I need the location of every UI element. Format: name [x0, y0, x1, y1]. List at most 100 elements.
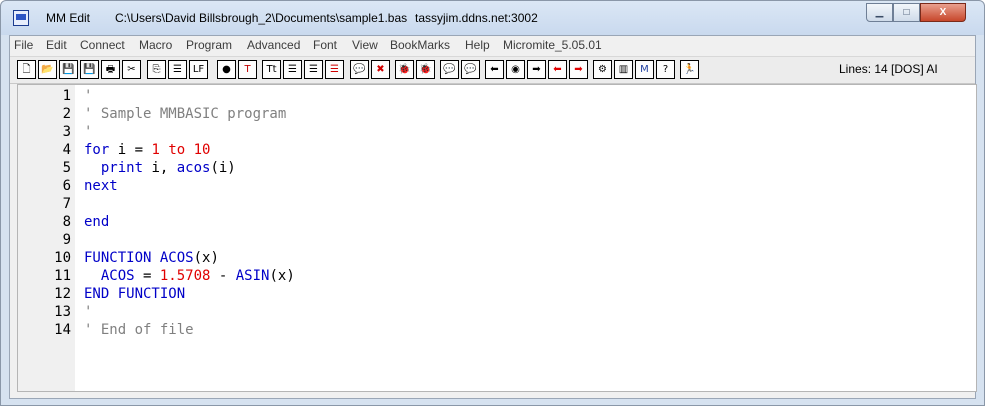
help-icon[interactable]: ?	[656, 60, 675, 79]
code-text[interactable]: for i = 1 to 10	[84, 141, 210, 159]
run-man-icon[interactable]: 🏃	[680, 60, 699, 79]
app-icon[interactable]	[13, 10, 29, 26]
save-all-icon[interactable]: 💾	[80, 60, 99, 79]
code-token: print	[100, 160, 144, 176]
bullet-icon[interactable]: ●	[217, 60, 236, 79]
code-token: 10	[193, 142, 211, 158]
code-text[interactable]: END FUNCTION	[84, 285, 185, 303]
menu-edit[interactable]: Edit	[46, 38, 67, 52]
code-text[interactable]: '	[84, 123, 92, 141]
menu-view[interactable]: View	[352, 38, 378, 52]
align-left-icon[interactable]: ☰	[283, 60, 302, 79]
open-folder-icon[interactable]: 📂	[38, 60, 57, 79]
code-token: END FUNCTION	[84, 286, 186, 302]
code-text[interactable]: ' Sample MMBASIC program	[84, 105, 286, 123]
maximize-button[interactable]: □	[893, 3, 920, 22]
record-icon[interactable]: ◉	[506, 60, 525, 79]
code-line[interactable]: 2 ' Sample MMBASIC program	[18, 105, 974, 123]
line-number: 2	[62, 106, 71, 122]
cut-icon[interactable]: ✂	[122, 60, 141, 79]
menu-font[interactable]: Font	[313, 38, 337, 52]
menu-connect[interactable]: Connect	[80, 38, 125, 52]
add-breakpoint-icon[interactable]: 💬	[440, 60, 459, 79]
code-line[interactable]: 6 next	[18, 177, 974, 195]
menu-macro[interactable]: Macro	[139, 38, 172, 52]
code-token: i =	[109, 142, 152, 158]
code-line[interactable]: 1 '	[18, 87, 974, 105]
delete-icon[interactable]: ✖	[371, 60, 390, 79]
code-line[interactable]: 7	[18, 195, 974, 213]
copy-icon[interactable]: ⎘	[147, 60, 166, 79]
menu-file[interactable]: File	[14, 38, 33, 52]
menu-micromite-5-05-01[interactable]: Micromite_5.05.01	[503, 38, 602, 52]
align-right-icon[interactable]: ☰	[304, 60, 323, 79]
code-text[interactable]: next	[84, 177, 118, 195]
menu-bookmarks[interactable]: BookMarks	[390, 38, 450, 52]
menu-bar: File Edit Connect Macro Program Advanced Font V…	[10, 36, 975, 54]
bug-icon[interactable]: 🐞	[395, 60, 414, 79]
code-line[interactable]: 8 end	[18, 213, 974, 231]
line-number: 6	[62, 178, 71, 194]
text-case-icon[interactable]: Tt	[262, 60, 281, 79]
arrow-left-icon[interactable]: ⬅	[485, 60, 504, 79]
menu-program[interactable]: Program	[186, 38, 232, 52]
code-token: (x)	[193, 250, 219, 266]
code-line[interactable]: 10 FUNCTION ACOS(x)	[18, 249, 974, 267]
code-line[interactable]: 14 ' End of file	[18, 321, 974, 339]
line-number: 4	[62, 142, 71, 158]
code-text[interactable]: ' End of file	[84, 321, 194, 339]
line-feed-icon[interactable]: LF	[189, 60, 208, 79]
bug-stop-icon[interactable]: 🐞	[416, 60, 435, 79]
code-editor[interactable]: 1 ' 2 ' Sample MMBASIC program 3 ' 4 for i = 1 …	[17, 84, 977, 392]
code-text[interactable]: print i, acos(i)	[84, 159, 236, 177]
arrow-right-icon[interactable]: ➡	[527, 60, 546, 79]
close-button[interactable]: X	[920, 3, 966, 22]
code-text[interactable]: '	[84, 87, 92, 105]
remove-breakpoint-icon[interactable]: 💬	[461, 60, 480, 79]
code-token: 1	[151, 142, 160, 158]
code-line[interactable]: 9	[18, 231, 974, 249]
code-line[interactable]: 4 for i = 1 to 10	[18, 141, 974, 159]
save-icon[interactable]: 💾	[59, 60, 78, 79]
line-number: 10	[54, 250, 71, 266]
line-number: 14	[54, 322, 71, 338]
code-token: '	[84, 88, 93, 104]
menu-advanced[interactable]: Advanced	[247, 38, 300, 52]
status-lines-info: Lines: 14 [DOS] AI	[839, 62, 938, 76]
code-token: -	[210, 268, 236, 284]
code-line[interactable]: 5 print i, acos(i)	[18, 159, 974, 177]
title-bar[interactable]: MM Edit C:\Users\David Billsbrough_2\Doc…	[1, 1, 984, 35]
code-text[interactable]: end	[84, 213, 109, 231]
print-icon[interactable]: 🖶	[101, 60, 120, 79]
list-icon[interactable]: ☰	[168, 60, 187, 79]
code-token: acos	[176, 160, 211, 176]
code-token: ACOS	[159, 250, 194, 266]
red-arrow-right-icon[interactable]: ➡	[569, 60, 588, 79]
mm-icon[interactable]: M	[635, 60, 654, 79]
text-highlight-icon[interactable]: T	[238, 60, 257, 79]
code-token: (i)	[210, 160, 236, 176]
code-text[interactable]: ACOS = 1.5708 - ASIN(x)	[84, 267, 295, 285]
align-red-icon[interactable]: ☰	[325, 60, 344, 79]
minimize-button[interactable]: ▁	[866, 3, 893, 22]
menu-help[interactable]: Help	[465, 38, 490, 52]
code-text[interactable]: '	[84, 303, 92, 321]
comment-bubble-icon[interactable]: 💬	[350, 60, 369, 79]
line-number: 8	[62, 214, 71, 230]
code-line[interactable]: 12 END FUNCTION	[18, 285, 974, 303]
code-line[interactable]: 13 '	[18, 303, 974, 321]
line-number: 3	[62, 124, 71, 140]
columns-icon[interactable]: ▥	[614, 60, 633, 79]
code-line[interactable]: 3 '	[18, 123, 974, 141]
code-text[interactable]: FUNCTION ACOS(x)	[84, 249, 219, 267]
code-token: ACOS	[100, 268, 135, 284]
gear-icon[interactable]: ⚙	[593, 60, 612, 79]
code-line[interactable]: 11 ACOS = 1.5708 - ASIN(x)	[18, 267, 974, 285]
new-file-icon[interactable]: 🗋	[17, 60, 36, 79]
window-title-app: MM Edit	[46, 11, 91, 25]
red-arrow-left-icon[interactable]: ⬅	[548, 60, 567, 79]
window-title-host: tassyjim.ddns.net:3002	[415, 11, 538, 25]
